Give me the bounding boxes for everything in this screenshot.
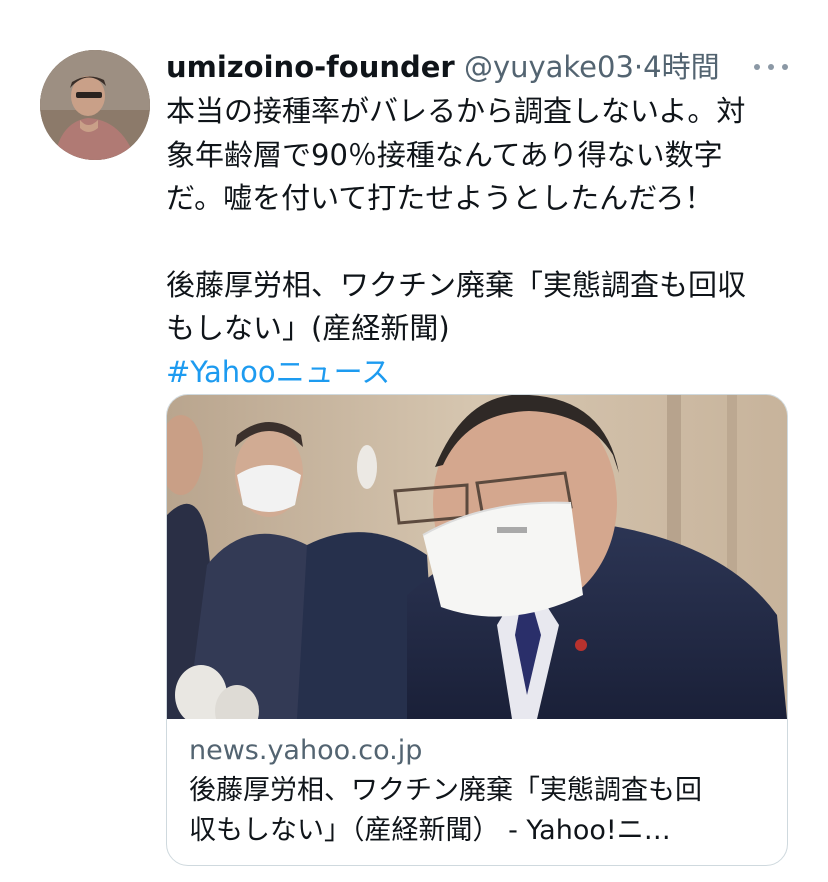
link-card-title: 後藤厚労相、ワクチン廃棄「実態調査も回 収もしない」（産経新聞） - Yahoo… — [189, 771, 769, 851]
tweet-text-line: 象年齢層で90％接種なんてあり得ない数字 — [166, 137, 723, 172]
author-name[interactable]: umizoino-founder — [166, 50, 455, 84]
tweet-text: 本当の接種率がバレるから調査しないよ。対 象年齢層で90％接種なんてあり得ない数… — [166, 90, 786, 394]
avatar[interactable] — [40, 50, 150, 160]
tweet[interactable]: umizoino-founder @yuyake03·4時間 本当の接種率がバレ… — [0, 0, 828, 882]
tweet-header: umizoino-founder @yuyake03·4時間 — [166, 48, 806, 88]
timestamp[interactable]: 4時間 — [643, 50, 719, 84]
author-handle[interactable]: @yuyake03 — [464, 50, 634, 84]
tweet-text-line: 本当の接種率がバレるから調査しないよ。対 — [166, 94, 746, 128]
tweet-text-line: だ。嘘を付いて打たせようとしたんだろ！ — [166, 181, 714, 215]
hashtag-link[interactable]: #Yahooニュース — [166, 351, 786, 395]
news-headline-line: もしない」(産経新聞) — [166, 311, 450, 345]
news-headline-line: 後藤厚労相、ワクチン廃棄「実態調査も回収 — [166, 267, 747, 302]
link-card-image — [167, 395, 787, 719]
separator-dot: · — [633, 50, 644, 84]
link-card-domain: news.yahoo.co.jp — [189, 735, 423, 766]
link-card-title-line: 後藤厚労相、ワクチン廃棄「実態調査も回 — [189, 775, 702, 806]
more-horizontal-icon[interactable] — [754, 62, 788, 72]
avatar-image — [40, 50, 150, 160]
link-card[interactable]: news.yahoo.co.jp 後藤厚労相、ワクチン廃棄「実態調査も回 収もし… — [166, 394, 788, 866]
link-card-title-line: 収もしない」（産経新聞） - Yahoo!ニ… — [189, 815, 671, 846]
link-card-meta: news.yahoo.co.jp 後藤厚労相、ワクチン廃棄「実態調査も回 収もし… — [189, 731, 769, 851]
